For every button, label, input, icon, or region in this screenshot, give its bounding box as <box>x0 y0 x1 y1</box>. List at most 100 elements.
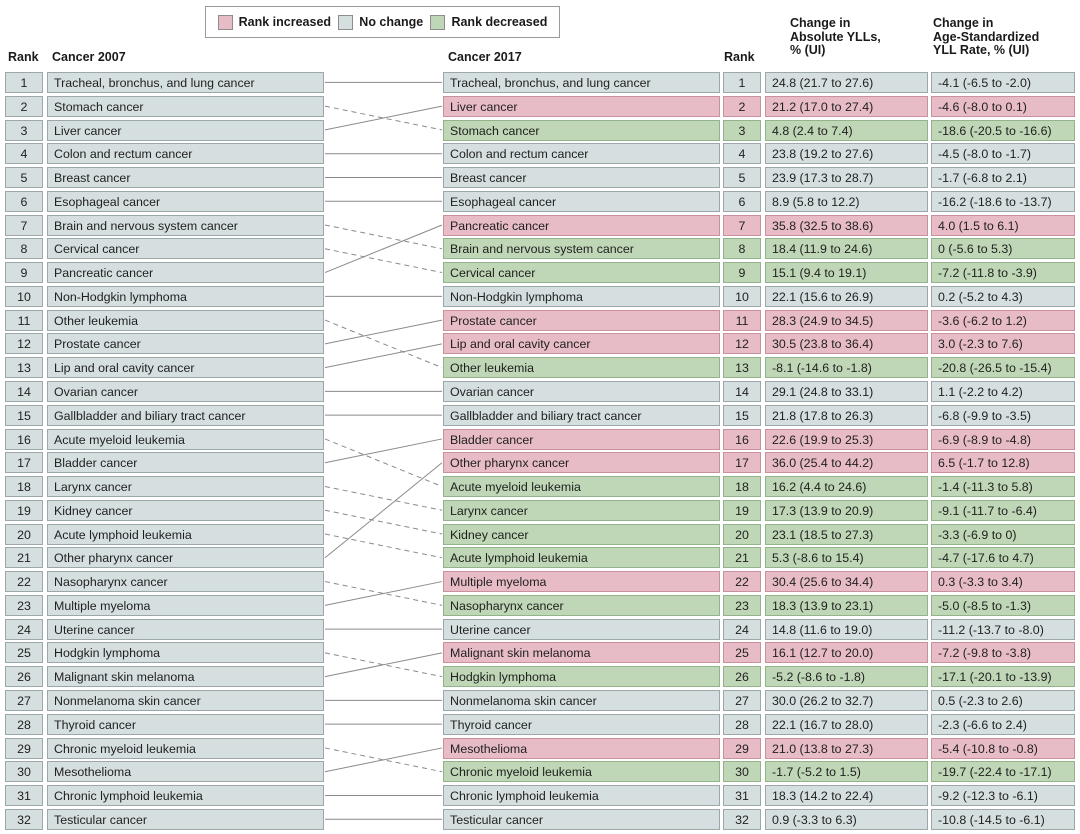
legend-item-rank-decreased: Rank decreased <box>430 14 547 30</box>
change-age-standardized-yll-cell: -4.6 (-8.0 to 0.1) <box>931 95 1075 117</box>
table-row: 27 Nonmelanoma skin cancer Nonmelanoma ski… <box>0 690 1080 712</box>
rank-cell-2017: 19 <box>723 499 761 521</box>
change-age-standardized-yll-cell: 6.5 (-1.7 to 12.8) <box>931 452 1075 474</box>
rank-cell-2007: 25 <box>5 642 43 664</box>
cancer-name-2007: Mesothelioma <box>47 761 324 783</box>
rank-cell-2017: 25 <box>723 642 761 664</box>
table-row: 22 Nasopharynx cancer Multiple myeloma 22 30… <box>0 571 1080 593</box>
rank-cell-2017: 3 <box>723 119 761 141</box>
change-age-standardized-yll-cell: 0.5 (-2.3 to 2.6) <box>931 690 1075 712</box>
change-age-standardized-yll-cell: 0 (-5.6 to 5.3) <box>931 238 1075 260</box>
rank-cell-2017: 7 <box>723 214 761 236</box>
change-absolute-ylls-cell: 18.3 (14.2 to 22.4) <box>765 785 928 807</box>
change-absolute-ylls-cell: 21.8 (17.8 to 26.3) <box>765 404 928 426</box>
change-absolute-ylls-cell: 16.2 (4.4 to 24.6) <box>765 476 928 498</box>
change-absolute-ylls-cell: 23.1 (18.5 to 27.3) <box>765 523 928 545</box>
cancer-name-2017: Stomach cancer <box>443 119 720 141</box>
rank-cell-2017: 13 <box>723 357 761 379</box>
cancer-name-2017: Tracheal, bronchus, and lung cancer <box>443 72 720 93</box>
change-age-standardized-yll-cell: 0.3 (-3.3 to 3.4) <box>931 571 1075 593</box>
change-absolute-ylls-cell: 16.1 (12.7 to 20.0) <box>765 642 928 664</box>
legend-item-rank-increased: Rank increased <box>217 14 331 30</box>
change-absolute-ylls-cell: 30.5 (23.8 to 36.4) <box>765 333 928 355</box>
cancer-name-2007: Nasopharynx cancer <box>47 571 324 593</box>
table-row: 16 Acute myeloid leukemia Bladder cancer 16… <box>0 428 1080 450</box>
cancer-name-2007: Esophageal cancer <box>47 190 324 212</box>
rank-cell-2007: 1 <box>5 72 43 93</box>
change-absolute-ylls-cell: 36.0 (25.4 to 44.2) <box>765 452 928 474</box>
change-age-standardized-yll-cell: -4.1 (-6.5 to -2.0) <box>931 72 1075 93</box>
rank-cell-2017: 18 <box>723 476 761 498</box>
cancer-name-2017: Kidney cancer <box>443 523 720 545</box>
table-row: 1 Tracheal, bronchus, and lung cancer Trac… <box>0 72 1080 93</box>
cancer-name-2017: Ovarian cancer <box>443 381 720 402</box>
rank-cell-2017: 1 <box>723 72 761 93</box>
rank-cell-2007: 2 <box>5 95 43 117</box>
cancer-name-2007: Malignant skin melanoma <box>47 666 324 688</box>
header-change-absolute-ylls: Change in Absolute YLLs, % (UI) <box>790 16 881 57</box>
rank-cell-2007: 21 <box>5 547 43 569</box>
rank-cell-2007: 12 <box>5 333 43 355</box>
rank-cell-2007: 32 <box>5 808 43 830</box>
rank-cell-2007: 20 <box>5 523 43 545</box>
rank-cell-2017: 29 <box>723 737 761 759</box>
table-row: 28 Thyroid cancer Thyroid cancer 28 22.1 (16… <box>0 713 1080 735</box>
rank-cell-2007: 19 <box>5 499 43 521</box>
table-row: 15 Gallbladder and biliary tract cancer Ga… <box>0 404 1080 426</box>
cancer-name-2007: Testicular cancer <box>47 808 324 830</box>
rank-cell-2007: 29 <box>5 737 43 759</box>
table-row: 24 Uterine cancer Uterine cancer 24 14.8 (11… <box>0 618 1080 640</box>
cancer-name-2017: Hodgkin lymphoma <box>443 666 720 688</box>
table-row: 21 Other pharynx cancer Acute lymphoid leu… <box>0 547 1080 569</box>
table-row: 14 Ovarian cancer Ovarian cancer 14 29.1 (24… <box>0 381 1080 402</box>
table-row: 17 Bladder cancer Other pharynx cancer 17 36… <box>0 452 1080 474</box>
change-absolute-ylls-cell: 22.1 (15.6 to 26.9) <box>765 285 928 307</box>
table-row: 4 Colon and rectum cancer Colon and rectum… <box>0 143 1080 165</box>
change-absolute-ylls-cell: 21.2 (17.0 to 27.4) <box>765 95 928 117</box>
rank-cell-2017: 6 <box>723 190 761 212</box>
cancer-name-2007: Acute myeloid leukemia <box>47 428 324 450</box>
table-row: 2 Stomach cancer Liver cancer 2 21.2 (17.0 t… <box>0 95 1080 117</box>
rank-cell-2017: 20 <box>723 523 761 545</box>
rank-cell-2017: 17 <box>723 452 761 474</box>
cancer-name-2007: Acute lymphoid leukemia <box>47 523 324 545</box>
rank-cell-2017: 27 <box>723 690 761 712</box>
rank-cell-2007: 17 <box>5 452 43 474</box>
cancer-name-2007: Non-Hodgkin lymphoma <box>47 285 324 307</box>
cancer-name-2017: Larynx cancer <box>443 499 720 521</box>
cancer-name-2007: Multiple myeloma <box>47 594 324 616</box>
rank-cell-2017: 30 <box>723 761 761 783</box>
cancer-name-2017: Other pharynx cancer <box>443 452 720 474</box>
cancer-name-2017: Bladder cancer <box>443 428 720 450</box>
table-row: 5 Breast cancer Breast cancer 5 23.9 (17.3 t… <box>0 167 1080 189</box>
change-absolute-ylls-cell: 18.3 (13.9 to 23.1) <box>765 594 928 616</box>
table-row: 10 Non-Hodgkin lymphoma Non-Hodgkin lympho… <box>0 285 1080 307</box>
table-row: 11 Other leukemia Prostate cancer 11 28.3 (2… <box>0 309 1080 331</box>
legend: Rank increased No change Rank decreased <box>205 6 560 38</box>
rank-cell-2017: 16 <box>723 428 761 450</box>
cancer-name-2017: Other leukemia <box>443 357 720 379</box>
cancer-name-2007: Colon and rectum cancer <box>47 143 324 165</box>
rank-cell-2017: 8 <box>723 238 761 260</box>
cancer-name-2017: Malignant skin melanoma <box>443 642 720 664</box>
rank-cell-2007: 9 <box>5 262 43 284</box>
change-age-standardized-yll-cell: -6.8 (-9.9 to -3.5) <box>931 404 1075 426</box>
change-age-standardized-yll-cell: -9.1 (-11.7 to -6.4) <box>931 499 1075 521</box>
change-age-standardized-yll-cell: -16.2 (-18.6 to -13.7) <box>931 190 1075 212</box>
change-age-standardized-yll-cell: -5.4 (-10.8 to -0.8) <box>931 737 1075 759</box>
cancer-name-2007: Hodgkin lymphoma <box>47 642 324 664</box>
cancer-name-2007: Stomach cancer <box>47 95 324 117</box>
rank-cell-2007: 6 <box>5 190 43 212</box>
change-absolute-ylls-cell: 15.1 (9.4 to 19.1) <box>765 262 928 284</box>
rank-cell-2007: 27 <box>5 690 43 712</box>
change-age-standardized-yll-cell: -4.5 (-8.0 to -1.7) <box>931 143 1075 165</box>
change-absolute-ylls-cell: 22.6 (19.9 to 25.3) <box>765 428 928 450</box>
cancer-name-2017: Lip and oral cavity cancer <box>443 333 720 355</box>
table-row: 3 Liver cancer Stomach cancer 3 4.8 (2.4 to … <box>0 119 1080 141</box>
change-age-standardized-yll-cell: 1.1 (-2.2 to 4.2) <box>931 381 1075 402</box>
rank-cell-2007: 22 <box>5 571 43 593</box>
change-age-standardized-yll-cell: 4.0 (1.5 to 6.1) <box>931 214 1075 236</box>
change-absolute-ylls-cell: 22.1 (16.7 to 28.0) <box>765 713 928 735</box>
change-absolute-ylls-cell: -5.2 (-8.6 to -1.8) <box>765 666 928 688</box>
table-row: 30 Mesothelioma Chronic myeloid leukemia 30… <box>0 761 1080 783</box>
